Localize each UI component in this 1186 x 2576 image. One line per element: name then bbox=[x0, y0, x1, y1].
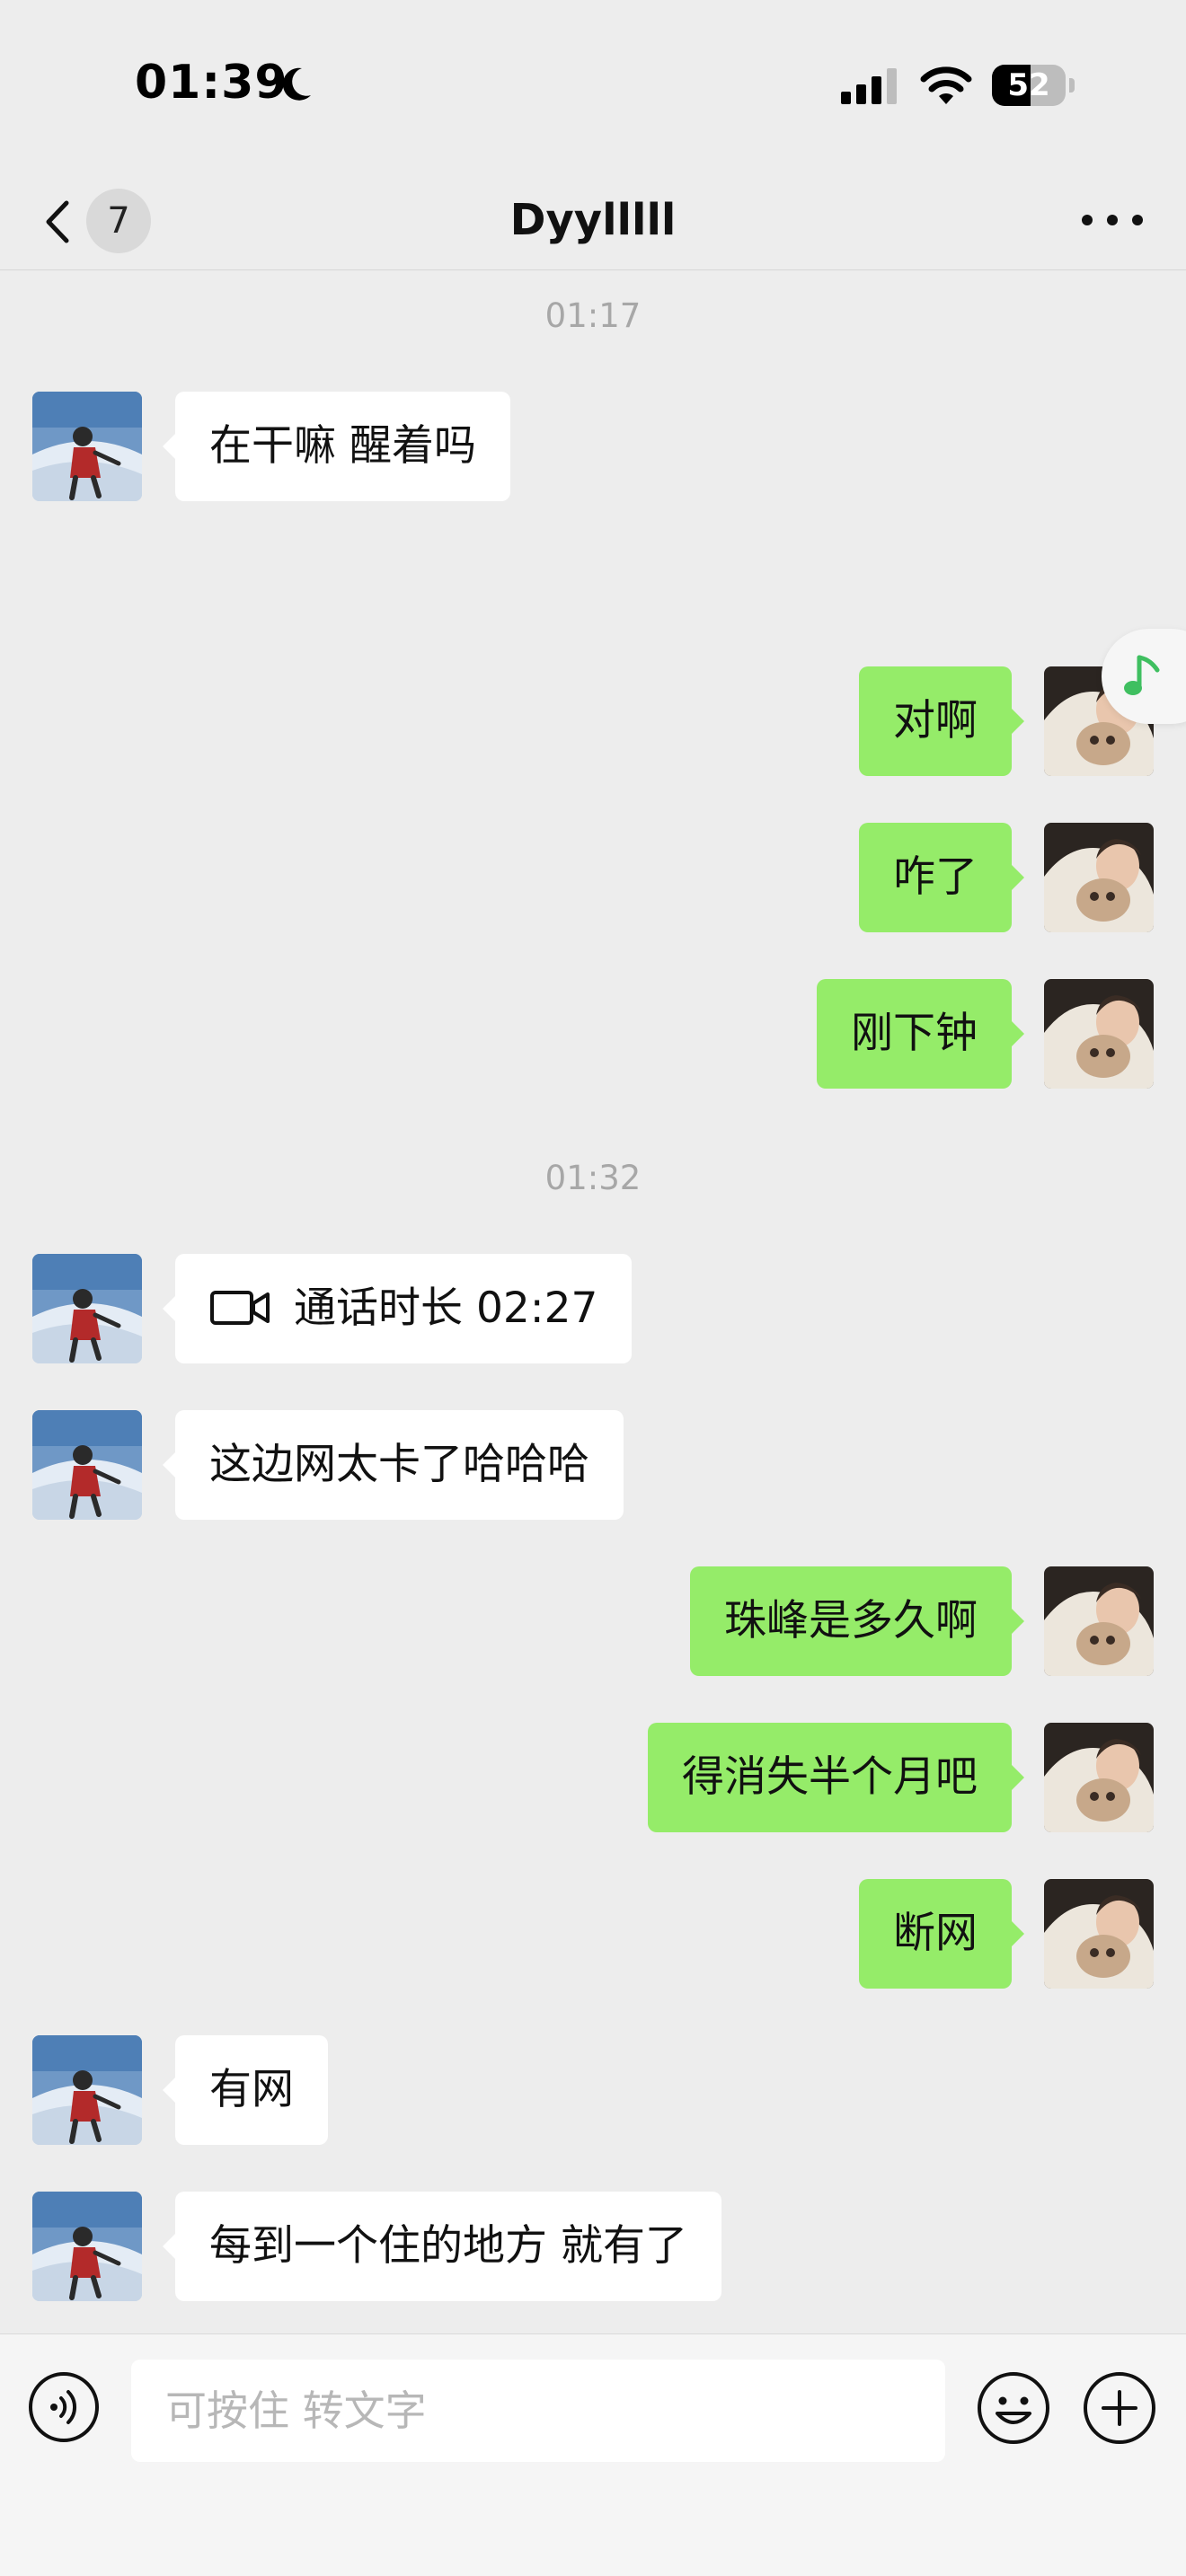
friend-avatar[interactable] bbox=[32, 392, 142, 501]
battery-level: 52 bbox=[1007, 67, 1050, 103]
friend-avatar[interactable] bbox=[32, 2035, 142, 2145]
incoming-message[interactable]: 每到一个住的地方 就有了 bbox=[163, 2192, 721, 2301]
emoji-icon[interactable] bbox=[976, 2370, 1051, 2446]
friend-avatar[interactable] bbox=[32, 1254, 142, 1363]
self-avatar[interactable] bbox=[1044, 979, 1154, 1089]
outgoing-message[interactable]: 刚下钟 bbox=[817, 979, 1024, 1089]
self-avatar[interactable] bbox=[1044, 1879, 1154, 1989]
outgoing-message[interactable]: 珠峰是多久啊 bbox=[690, 1566, 1024, 1676]
music-note-icon bbox=[1124, 655, 1160, 695]
chat-screen: 01:39 52 Dyylllll 7 01:17 在干嘛 醒着吗 对啊 咋了 … bbox=[0, 0, 1186, 2576]
video-call-record[interactable]: 通话时长 02:27 bbox=[162, 1254, 633, 1363]
incoming-message[interactable]: 在干嘛 醒着吗 bbox=[163, 392, 510, 501]
outgoing-message[interactable]: 咋了 bbox=[859, 823, 1024, 932]
cellular-signal-icon bbox=[841, 68, 897, 104]
outgoing-message[interactable]: 对啊 bbox=[859, 666, 1024, 776]
status-bar: 01:39 52 bbox=[0, 0, 1186, 171]
plus-icon[interactable] bbox=[1082, 2370, 1157, 2446]
chevron-left-icon bbox=[46, 200, 69, 243]
unread-count-badge: 7 bbox=[86, 189, 151, 253]
wifi-icon bbox=[920, 66, 972, 104]
voice-input-icon[interactable] bbox=[27, 2370, 101, 2444]
self-avatar[interactable] bbox=[1044, 1566, 1154, 1676]
self-avatar[interactable] bbox=[1044, 1723, 1154, 1832]
message-text-input[interactable]: 可按住 转文字 bbox=[131, 2360, 945, 2462]
self-avatar[interactable] bbox=[1044, 823, 1154, 932]
friend-avatar[interactable] bbox=[32, 2192, 142, 2301]
video-call-icon bbox=[210, 1290, 270, 1325]
chat-title: Dyylllll bbox=[509, 195, 677, 245]
incoming-message[interactable]: 这边网太卡了哈哈哈 bbox=[163, 1410, 624, 1520]
message-timestamp: 01:32 bbox=[544, 1159, 642, 1197]
battery-indicator: 52 bbox=[992, 65, 1075, 106]
chat-nav-bar: Dyylllll 7 bbox=[0, 171, 1186, 270]
outgoing-message[interactable]: 断网 bbox=[859, 1879, 1024, 1989]
back-button[interactable]: 7 bbox=[32, 183, 158, 257]
call-duration-text: 通话时长 02:27 bbox=[294, 1284, 598, 1333]
status-time: 01:39 bbox=[135, 56, 288, 110]
message-timestamp: 01:17 bbox=[544, 296, 642, 335]
outgoing-message[interactable]: 得消失半个月吧 bbox=[648, 1723, 1024, 1832]
friend-avatar[interactable] bbox=[32, 1410, 142, 1520]
message-input-bar: 可按住 转文字 bbox=[0, 2333, 1186, 2576]
moon-icon bbox=[282, 67, 311, 101]
incoming-message[interactable]: 有网 bbox=[163, 2035, 328, 2145]
more-dots-icon[interactable] bbox=[1075, 192, 1150, 248]
